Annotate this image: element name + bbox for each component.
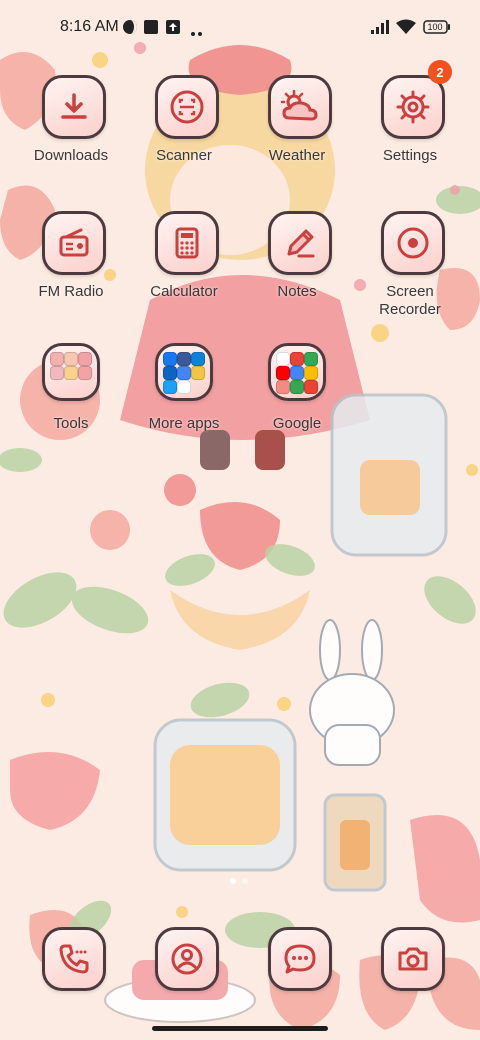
app-label: Weather [268, 147, 326, 164]
app-screen-recorder[interactable]: Screen Recorder [354, 211, 466, 331]
signal-icon [370, 19, 390, 40]
weather-icon [268, 75, 332, 139]
folder-icon [155, 343, 213, 401]
radio-icon [42, 211, 106, 275]
app-label: Calculator [150, 283, 218, 300]
dnd-moon-icon [122, 19, 138, 40]
scanner-icon [155, 75, 219, 139]
status-time: 8:16 AM [60, 18, 119, 35]
app-settings[interactable]: Settings [354, 75, 466, 195]
dock-contacts[interactable] [128, 927, 240, 997]
record-icon [381, 211, 445, 275]
wifi-icon [396, 19, 416, 40]
dock-phone[interactable] [15, 927, 127, 997]
message-icon [268, 927, 332, 991]
page-dot [242, 878, 248, 884]
page-dot-active [230, 878, 236, 884]
app-calculator[interactable]: Calculator [128, 211, 240, 331]
status-bar: 8:16 AM 100 [0, 0, 480, 56]
battery-level: 100 [427, 22, 443, 32]
app-label: Scanner [156, 147, 212, 164]
gear-icon [381, 75, 445, 139]
folder-icon [42, 343, 100, 401]
app-label: Notes [277, 283, 317, 300]
folder-label: Google [272, 415, 322, 432]
upload-icon [165, 19, 181, 40]
app-label: Settings [382, 147, 438, 164]
app-notes[interactable]: Notes [241, 211, 353, 331]
app-label: Downloads [33, 147, 109, 164]
more-dots-icon [190, 24, 204, 42]
page-indicator[interactable] [226, 878, 254, 886]
app-weather[interactable]: Weather [241, 75, 353, 195]
folder-icon [268, 343, 326, 401]
phone-icon [42, 927, 106, 991]
download-icon [42, 75, 106, 139]
folder-more-apps[interactable]: More apps [128, 343, 240, 463]
folder-google[interactable]: Google [241, 343, 353, 463]
app-scanner[interactable]: Scanner [128, 75, 240, 195]
app-fm-radio[interactable]: FM Radio [15, 211, 127, 331]
app-downloads[interactable]: Downloads [15, 75, 127, 195]
folder-label: More apps [148, 415, 220, 432]
app-label: Screen Recorder [379, 283, 441, 318]
home-gesture-bar[interactable] [152, 1026, 328, 1031]
folder-label: Tools [53, 415, 89, 432]
app-label: FM Radio [38, 283, 104, 300]
dock-camera[interactable] [354, 927, 466, 997]
pencil-icon [268, 211, 332, 275]
camera-icon [381, 927, 445, 991]
dock-messages[interactable] [241, 927, 353, 997]
calculator-icon [155, 211, 219, 275]
square-app-icon [143, 19, 159, 40]
folder-tools[interactable]: Tools [15, 343, 127, 463]
notification-badge: 2 [428, 60, 452, 84]
contacts-icon [155, 927, 219, 991]
